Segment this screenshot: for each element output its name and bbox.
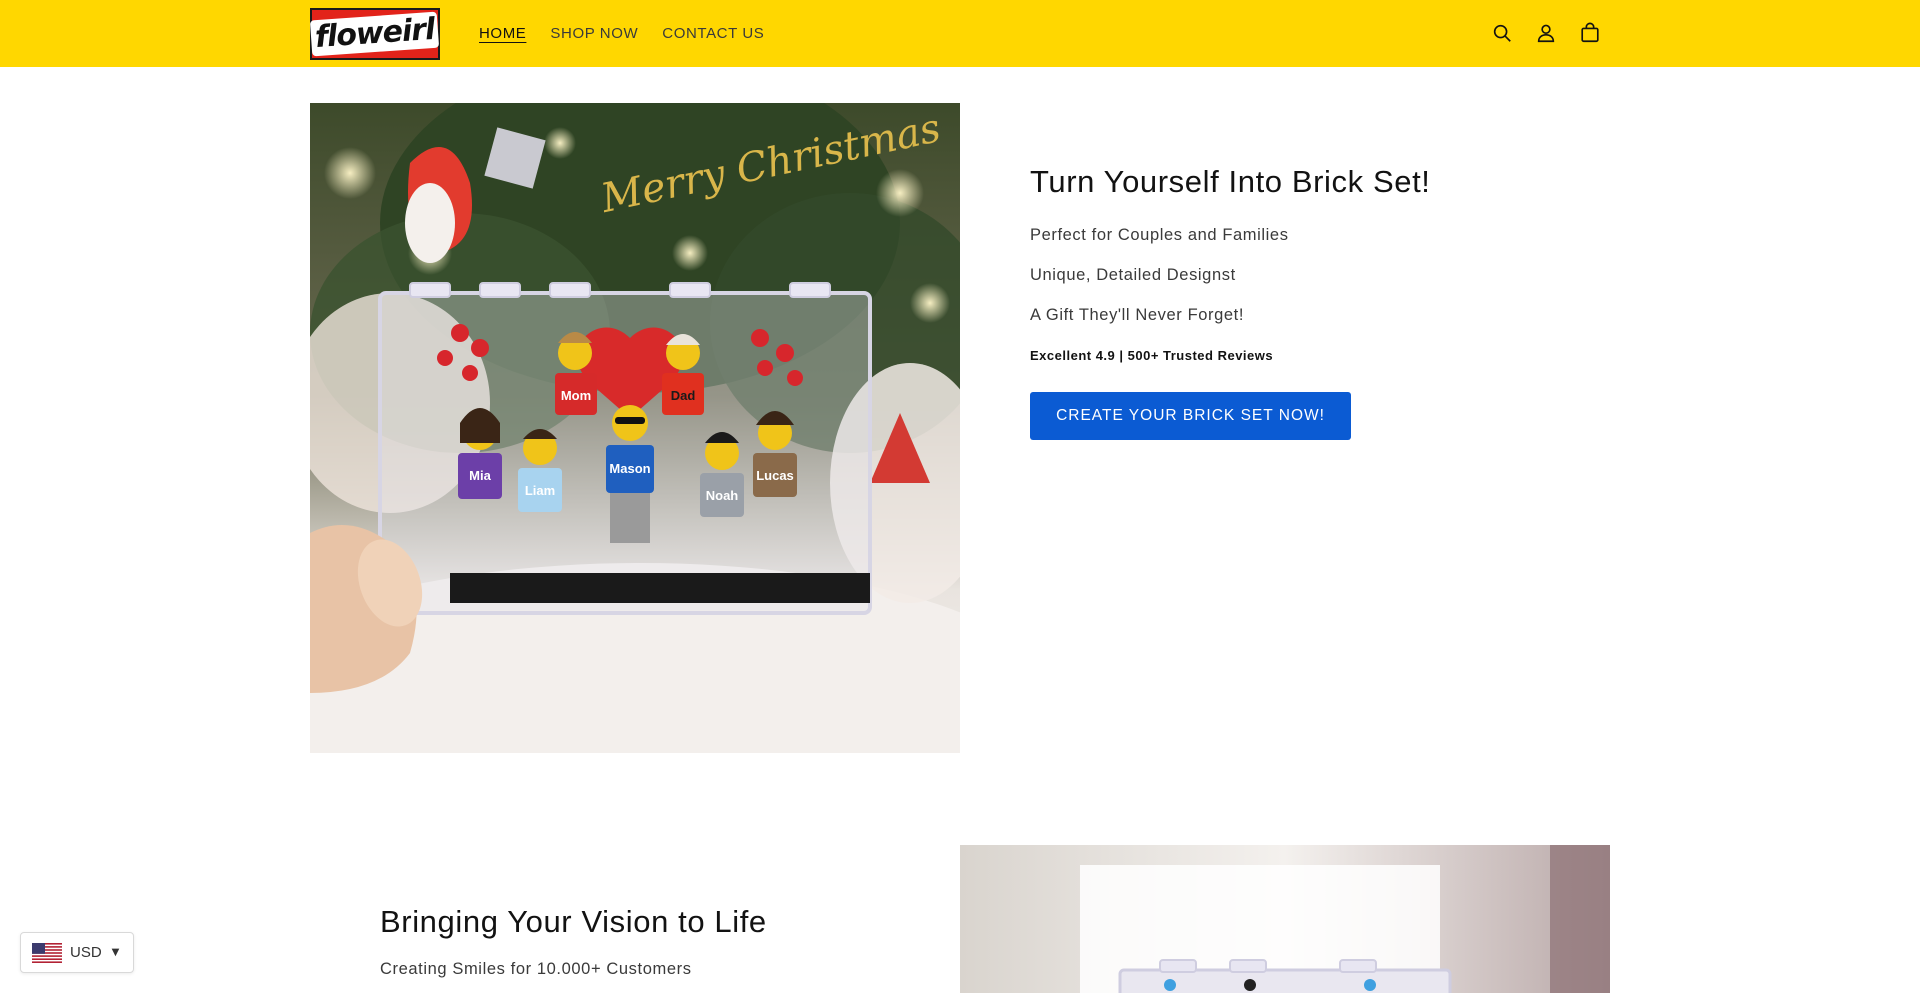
currency-selector[interactable]: USD ▼ xyxy=(20,932,134,973)
bullet-item: A Gift They'll Never Forget! xyxy=(1030,296,1590,336)
bullet-text: Perfect for Couples and Families xyxy=(1030,226,1289,244)
bullet-item: Perfect for Couples and Families xyxy=(1030,216,1590,256)
main-nav: HOME SHOP NOW CONTACT US xyxy=(479,0,764,67)
cart-icon[interactable] xyxy=(1575,17,1605,49)
currency-code: USD xyxy=(70,944,102,961)
figure-label-liam: Liam xyxy=(525,483,555,498)
hero-title: Turn Yourself Into Brick Set! xyxy=(1030,164,1431,199)
nav-home[interactable]: HOME xyxy=(479,25,526,42)
bullet-text: A Gift They'll Never Forget! xyxy=(1030,306,1245,324)
logo-badge: floweirl xyxy=(310,11,440,57)
chevron-down-icon: ▼ xyxy=(111,947,120,958)
bullet-item: Unique, Detailed Designst xyxy=(1030,256,1590,296)
figure-label-mia: Mia xyxy=(469,468,491,483)
reviews-text: Excellent 4.9 | 500+ Trusted Reviews xyxy=(1030,348,1274,363)
logo-text: floweirl xyxy=(314,11,436,56)
figure-label-dad: Dad xyxy=(671,388,696,403)
vision-section-image xyxy=(960,845,1610,993)
hero-bullets: Perfect for Couples and Families Unique,… xyxy=(1030,216,1590,336)
hero-product-image: Merry Christmas Mom Dad Mia Liam Mason N… xyxy=(310,103,960,753)
header-icons xyxy=(1487,17,1605,49)
nav-contact-us[interactable]: CONTACT US xyxy=(662,25,764,42)
bullet-text: Unique, Detailed Designst xyxy=(1030,266,1236,284)
search-icon[interactable] xyxy=(1487,17,1517,49)
reviews-summary: Excellent 4.9 | 500+ Trusted Reviews xyxy=(1030,348,1590,363)
figure-label-noah: Noah xyxy=(706,488,739,503)
nav-shop-now[interactable]: SHOP NOW xyxy=(550,25,638,42)
vision-subtitle: Creating Smiles for 10.000+ Customers xyxy=(380,960,692,978)
figure-label-lucas: Lucas xyxy=(756,468,794,483)
figure-label-mason: Mason xyxy=(609,461,650,476)
vision-section-copy: Bringing Your Vision to Life Creating Sm… xyxy=(380,900,880,979)
brand-logo[interactable]: floweirl xyxy=(310,8,440,60)
hero-copy: Turn Yourself Into Brick Set! Perfect fo… xyxy=(1030,160,1590,440)
account-icon[interactable] xyxy=(1531,17,1561,49)
brick-box-photo xyxy=(960,845,1610,993)
figure-label-mom: Mom xyxy=(561,388,591,403)
brick-set-photo: Merry Christmas Mom Dad Mia Liam Mason N… xyxy=(310,103,960,753)
site-header: floweirl HOME SHOP NOW CONTACT US xyxy=(0,0,1920,67)
us-flag-icon xyxy=(32,942,62,963)
create-brick-set-button[interactable]: CREATE YOUR BRICK SET NOW! xyxy=(1030,392,1351,440)
vision-title: Bringing Your Vision to Life xyxy=(380,904,767,939)
